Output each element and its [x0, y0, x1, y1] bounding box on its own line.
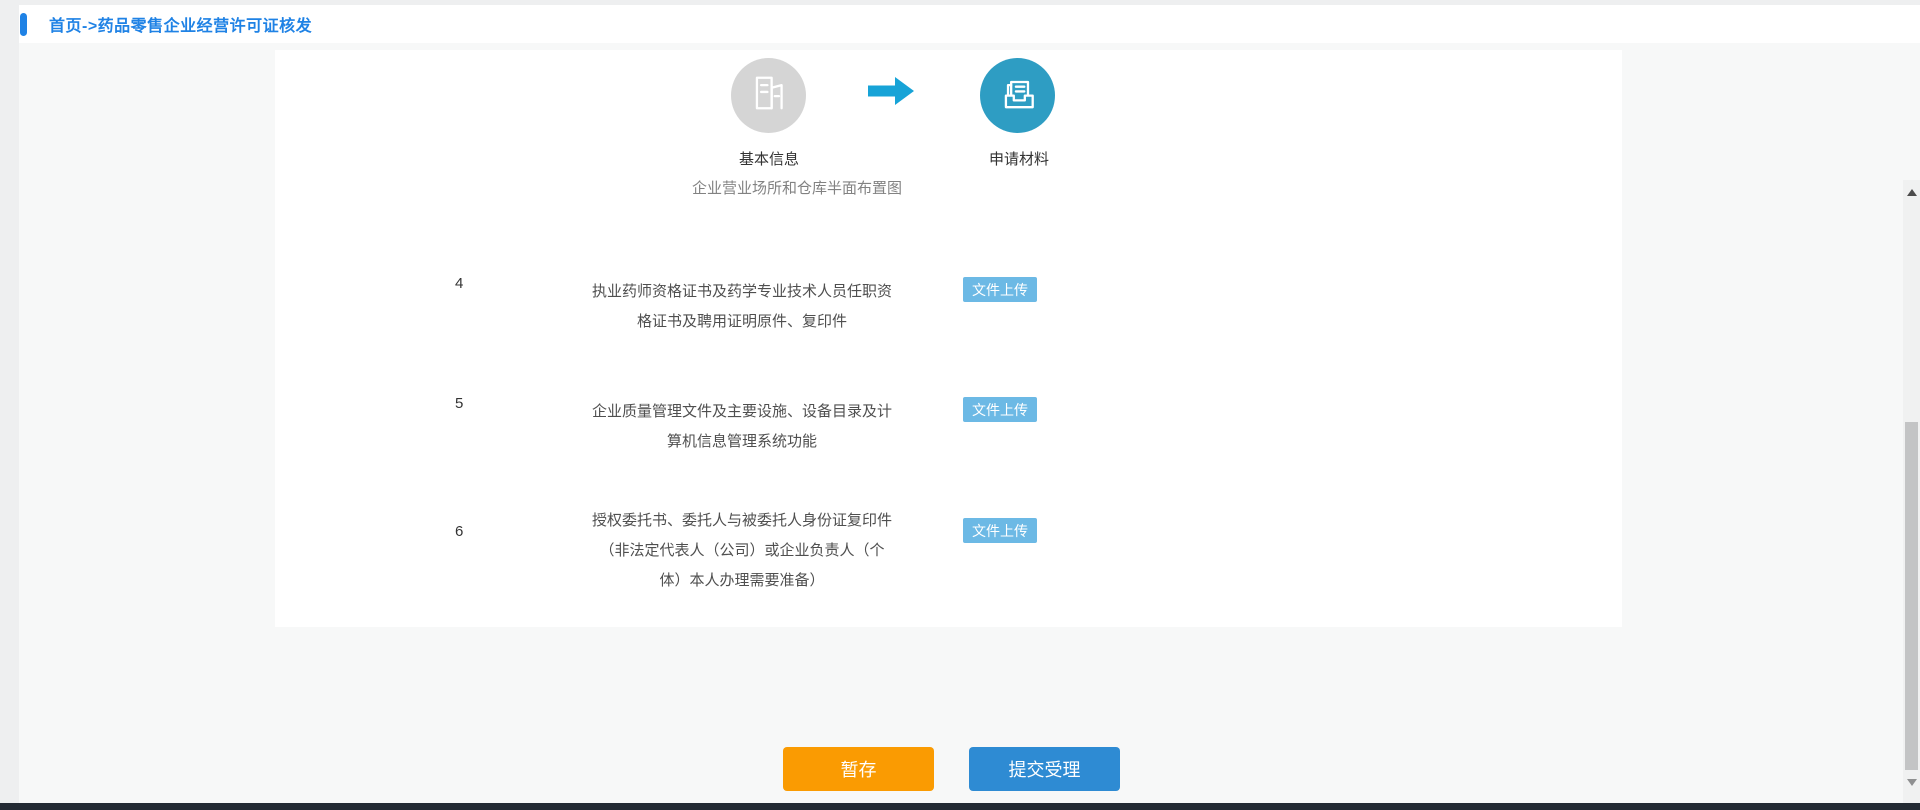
- file-upload-button[interactable]: 文件上传: [963, 277, 1037, 302]
- scroll-up-arrow-icon[interactable]: [1907, 189, 1917, 196]
- breadcrumb[interactable]: 首页->药品零售企业经营许可证核发: [49, 12, 312, 36]
- material-row-text: 执业药师资格证书及药学专业技术人员任职资格证书及聘用证明原件、复印件: [592, 277, 892, 337]
- save-draft-button[interactable]: 暂存: [783, 747, 934, 791]
- scrollbar-thumb[interactable]: [1905, 422, 1918, 770]
- vertical-scrollbar[interactable]: [1903, 180, 1920, 803]
- step-basic-info[interactable]: [731, 58, 806, 133]
- file-upload-button[interactable]: 文件上传: [963, 397, 1037, 422]
- file-upload-button[interactable]: 文件上传: [963, 518, 1037, 543]
- material-row-number: 4: [455, 275, 479, 292]
- building-icon: [748, 72, 790, 119]
- accent-bar: [20, 13, 27, 36]
- application-materials-panel: 基本信息 申请材料 企业营业场所和仓库半面布置图 4 执业药师资格证书及药学专业…: [275, 50, 1622, 627]
- material-row-text: 授权委托书、委托人与被委托人身份证复印件（非法定代表人（公司）或企业负责人（个体…: [592, 506, 892, 596]
- material-row-text: 企业质量管理文件及主要设施、设备目录及计算机信息管理系统功能: [592, 397, 892, 457]
- material-row-number: 5: [455, 395, 479, 412]
- right-arrow-icon: [868, 77, 914, 105]
- step-application-materials[interactable]: [980, 58, 1055, 133]
- step-label-basic-info[interactable]: 基本信息: [704, 148, 834, 169]
- documents-tray-icon: [997, 72, 1039, 119]
- window-left-margin: [0, 0, 19, 803]
- material-row-number: 6: [455, 523, 479, 540]
- scroll-down-arrow-icon[interactable]: [1907, 779, 1917, 786]
- submit-for-acceptance-button[interactable]: 提交受理: [969, 747, 1120, 791]
- window-bottom-edge: [0, 803, 1920, 810]
- breadcrumb-bar: 首页->药品零售企业经营许可证核发: [19, 5, 1920, 43]
- step-label-application-materials[interactable]: 申请材料: [954, 148, 1084, 169]
- material-item-text-fragment: 企业营业场所和仓库半面布置图: [647, 178, 947, 200]
